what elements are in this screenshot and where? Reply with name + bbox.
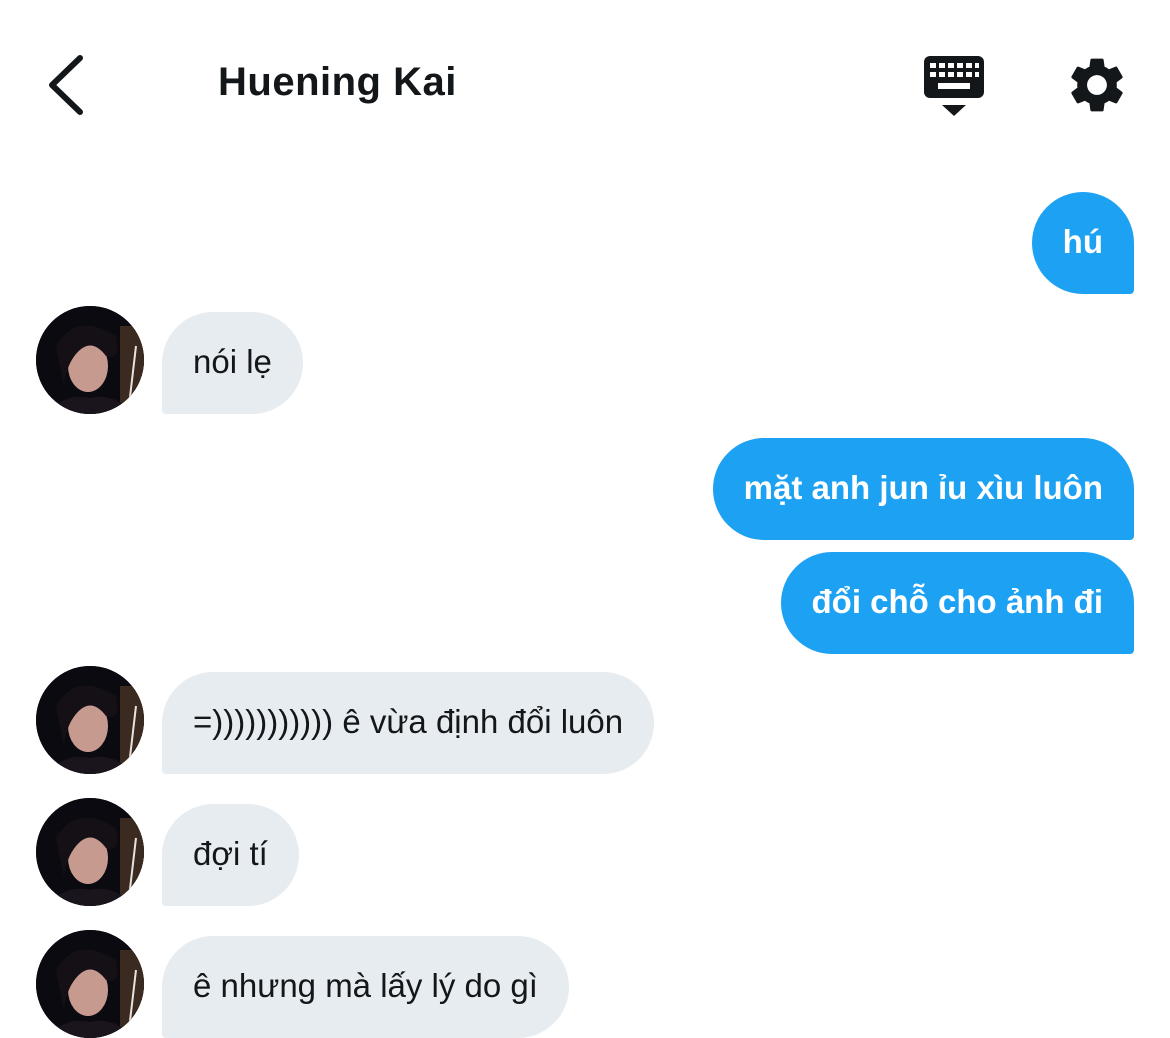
conversation-title[interactable]: Huening Kai (218, 60, 457, 105)
message-bubble-received[interactable]: đợi tí (162, 804, 299, 906)
keyboard-button[interactable] (920, 52, 990, 118)
message-bubble-received[interactable]: =))))))))))) ê vừa định đổi luôn (162, 672, 655, 774)
avatar-image (36, 666, 144, 774)
message-bubble-received[interactable]: nói lẹ (162, 312, 303, 414)
chevron-left-icon (49, 55, 83, 115)
keyboard-dismiss-icon (924, 56, 984, 116)
message-bubble-sent[interactable]: đổi chỗ cho ảnh đi (780, 552, 1134, 654)
message-bubble-sent[interactable]: mặt anh jun ỉu xìu luôn (712, 438, 1134, 540)
chat-header: Huening Kai (0, 0, 1170, 170)
message-bubble-received[interactable]: ê nhưng mà lấy lý do gì (162, 936, 569, 1038)
avatar-image (36, 798, 144, 906)
avatar-image (36, 930, 144, 1038)
settings-button[interactable] (1064, 52, 1130, 118)
gear-icon (1071, 58, 1123, 112)
message-bubble-sent[interactable]: hú (1031, 192, 1134, 294)
avatar-image (36, 306, 144, 414)
avatar[interactable] (36, 666, 144, 774)
avatar[interactable] (36, 798, 144, 906)
avatar[interactable] (36, 930, 144, 1038)
avatar[interactable] (36, 306, 144, 414)
back-button[interactable] (38, 50, 98, 120)
